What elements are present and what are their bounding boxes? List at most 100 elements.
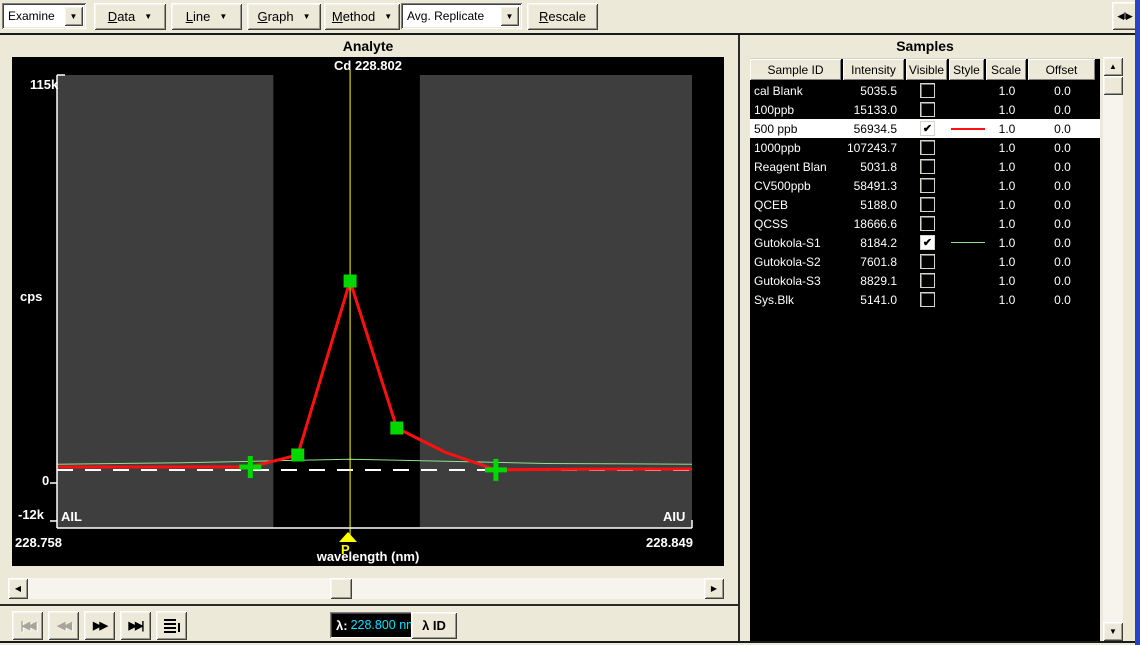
table-row[interactable]: Gutokola-S27601.81.00.0 bbox=[750, 252, 1100, 271]
rewind-icon[interactable]: ◀◀ bbox=[48, 611, 79, 640]
skip-first-icon[interactable]: |◀◀ bbox=[12, 611, 43, 640]
chart-horizontal-scrollbar[interactable]: ◀ ▶ bbox=[8, 578, 724, 599]
scroll-down-icon[interactable]: ▼ bbox=[1103, 622, 1123, 641]
visible-checkbox[interactable] bbox=[920, 102, 935, 117]
y-axis-min-label: -12k bbox=[18, 507, 44, 522]
table-row[interactable]: 1000ppb107243.71.00.0 bbox=[750, 138, 1100, 157]
intensity-cell: 5031.8 bbox=[843, 157, 906, 176]
table-row[interactable]: QCSS18666.61.00.0 bbox=[750, 214, 1100, 233]
intensity-cell: 8184.2 bbox=[843, 233, 906, 252]
style-cell bbox=[949, 119, 986, 138]
menu-button-line[interactable]: Line▼ bbox=[171, 3, 242, 30]
intensity-cell: 15133.0 bbox=[843, 100, 906, 119]
style-cell bbox=[949, 290, 986, 309]
lambda-id-button[interactable]: λ ID bbox=[411, 612, 457, 639]
y-axis-max-label: 115k bbox=[30, 77, 58, 92]
intensity-cell: 5188.0 bbox=[843, 195, 906, 214]
square-marker-icon bbox=[390, 422, 403, 435]
table-row[interactable]: Sys.Blk5141.01.00.0 bbox=[750, 290, 1100, 309]
visible-cell bbox=[906, 214, 949, 233]
style-cell bbox=[949, 100, 986, 119]
peak-cursor-icon[interactable] bbox=[339, 532, 357, 542]
sample-id-cell: Gutokola-S1 bbox=[750, 233, 843, 252]
visible-checkbox[interactable] bbox=[920, 159, 935, 174]
visible-checkbox[interactable]: ✔ bbox=[920, 235, 935, 250]
visible-checkbox[interactable] bbox=[920, 254, 935, 269]
scrollbar-thumb[interactable] bbox=[1103, 76, 1123, 95]
scroll-left-icon[interactable]: ◀ bbox=[8, 578, 28, 599]
scale-cell: 1.0 bbox=[986, 157, 1028, 176]
scrollbar-thumb[interactable] bbox=[330, 578, 352, 599]
replicate-list-button[interactable] bbox=[156, 611, 187, 640]
visible-checkbox[interactable] bbox=[920, 197, 935, 212]
visible-checkbox[interactable] bbox=[920, 292, 935, 307]
chevron-down-icon[interactable]: ▼ bbox=[64, 6, 83, 26]
offset-cell: 0.0 bbox=[1028, 195, 1097, 214]
ail-label: AIL bbox=[61, 509, 82, 524]
visible-checkbox[interactable] bbox=[920, 83, 935, 98]
style-line-swatch bbox=[951, 242, 985, 243]
column-header-offset[interactable]: Offset bbox=[1028, 59, 1095, 80]
table-row[interactable]: cal Blank5035.51.00.0 bbox=[750, 81, 1100, 100]
pane-divider[interactable] bbox=[738, 35, 740, 641]
scroll-up-icon[interactable]: ▲ bbox=[1103, 57, 1123, 76]
sample-id-cell: CV500ppb bbox=[750, 176, 843, 195]
skip-last-icon[interactable]: ▶▶| bbox=[120, 611, 151, 640]
offset-cell: 0.0 bbox=[1028, 252, 1097, 271]
examine-combobox[interactable]: Examine ▼ bbox=[2, 3, 86, 29]
chevron-down-icon: ▼ bbox=[144, 12, 152, 21]
column-header-scale[interactable]: Scale bbox=[986, 59, 1026, 80]
avg-replicate-combobox[interactable]: Avg. Replicate ▼ bbox=[401, 3, 522, 29]
sample-id-cell: 500 ppb bbox=[750, 119, 843, 138]
style-cell bbox=[949, 271, 986, 290]
style-cell bbox=[949, 176, 986, 195]
style-cell bbox=[949, 214, 986, 233]
chevron-down-icon[interactable]: ▼ bbox=[500, 6, 519, 26]
visible-checkbox[interactable] bbox=[920, 178, 935, 193]
column-header-intensity[interactable]: Intensity bbox=[843, 59, 904, 80]
sample-id-cell: Gutokola-S3 bbox=[750, 271, 843, 290]
spectrum-canvas[interactable] bbox=[12, 57, 724, 566]
menu-button-method[interactable]: Method▼ bbox=[324, 3, 400, 30]
rescale-button[interactable]: Rescale bbox=[527, 3, 598, 30]
forward-icon[interactable]: ▶▶ bbox=[84, 611, 115, 640]
visible-cell bbox=[906, 271, 949, 290]
table-row[interactable]: CV500ppb58491.31.00.0 bbox=[750, 176, 1100, 195]
bottom-bar-separator bbox=[0, 604, 738, 606]
table-row[interactable]: 500 ppb56934.5✔1.00.0 bbox=[750, 119, 1100, 138]
intensity-cell: 8829.1 bbox=[843, 271, 906, 290]
spectrum-plot[interactable]: Cd 228.802 115k cps 0 -12k AIL AIU 228.7… bbox=[12, 57, 724, 566]
style-cell bbox=[949, 233, 986, 252]
scale-cell: 1.0 bbox=[986, 195, 1028, 214]
samples-table-body: cal Blank5035.51.00.0100ppb15133.01.00.0… bbox=[750, 81, 1100, 309]
style-cell bbox=[949, 81, 986, 100]
table-row[interactable]: Gutokola-S38829.11.00.0 bbox=[750, 271, 1100, 290]
samples-vertical-scrollbar[interactable]: ▲ ▼ bbox=[1103, 57, 1123, 641]
x-axis-min-label: 228.758 bbox=[15, 535, 62, 550]
visible-checkbox[interactable]: ✔ bbox=[920, 121, 935, 136]
square-marker-icon bbox=[344, 275, 357, 288]
table-row[interactable]: Gutokola-S18184.2✔1.00.0 bbox=[750, 233, 1100, 252]
x-axis-max-label: 228.849 bbox=[646, 535, 693, 550]
visible-checkbox[interactable] bbox=[920, 140, 935, 155]
column-header-visible[interactable]: Visible bbox=[906, 59, 947, 80]
visible-cell bbox=[906, 195, 949, 214]
samples-table-header: Sample IDIntensityVisibleStyleScaleOffse… bbox=[750, 59, 1100, 80]
split-pane-icon[interactable]: ◀‖▶ bbox=[1112, 2, 1137, 30]
app-window: Examine ▼ Data▼Line▼Graph▼Method▼ Avg. R… bbox=[0, 0, 1140, 645]
visible-checkbox[interactable] bbox=[920, 216, 935, 231]
table-row[interactable]: 100ppb15133.01.00.0 bbox=[750, 100, 1100, 119]
scale-cell: 1.0 bbox=[986, 119, 1028, 138]
column-header-sample-id[interactable]: Sample ID bbox=[750, 59, 841, 80]
scale-cell: 1.0 bbox=[986, 214, 1028, 233]
table-row[interactable]: Reagent Blan5031.81.00.0 bbox=[750, 157, 1100, 176]
column-header-style[interactable]: Style bbox=[949, 59, 984, 80]
menu-button-graph[interactable]: Graph▼ bbox=[247, 3, 321, 30]
table-row[interactable]: QCEB5188.01.00.0 bbox=[750, 195, 1100, 214]
visible-cell: ✔ bbox=[906, 233, 949, 252]
wavelength-value: 228.800 nm bbox=[351, 618, 414, 632]
menu-button-data[interactable]: Data▼ bbox=[94, 3, 166, 30]
visible-checkbox[interactable] bbox=[920, 273, 935, 288]
offset-cell: 0.0 bbox=[1028, 290, 1097, 309]
scroll-right-icon[interactable]: ▶ bbox=[704, 578, 724, 599]
